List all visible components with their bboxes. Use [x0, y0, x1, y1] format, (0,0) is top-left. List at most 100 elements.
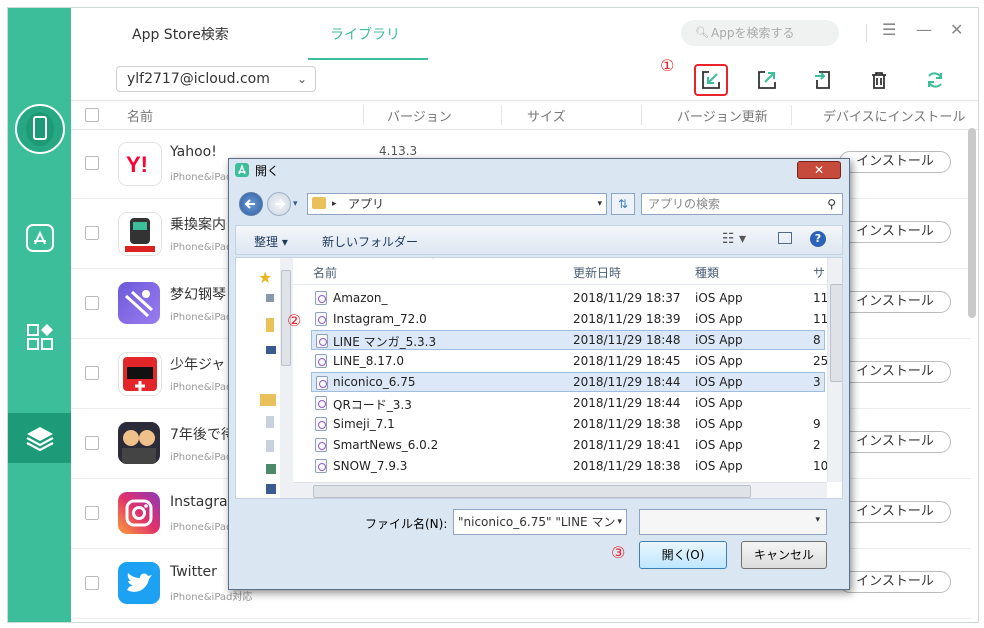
file-row[interactable]: Instagram_72.0 2018/11/29 18:39 iOS App … — [311, 309, 828, 329]
col-type[interactable]: 種類 — [695, 264, 719, 281]
video-icon[interactable] — [266, 484, 276, 494]
col-name[interactable]: 名前 — [313, 264, 337, 281]
refresh-button[interactable] — [918, 64, 952, 96]
svg-text:Y!: Y! — [126, 152, 148, 177]
install-button[interactable]: インストール — [839, 431, 951, 453]
library-folder-icon[interactable] — [260, 394, 276, 406]
close-icon[interactable]: ✕ — [950, 20, 963, 39]
col-size[interactable]: サイズ — [527, 106, 566, 125]
address-bar[interactable]: ▸ アプリ ▾ — [307, 193, 607, 215]
install-button[interactable]: インストール — [839, 291, 951, 313]
account-select[interactable]: ylf2717@icloud.com ⌄ — [116, 66, 316, 92]
file-row[interactable]: QRコード_3.3 2018/11/29 18:44 iOS App — [311, 393, 825, 413]
install-button[interactable]: インストール — [839, 221, 951, 243]
folder-search-input[interactable]: アプリの検索 ⚲ — [641, 193, 843, 215]
history-dropdown-icon[interactable]: ▾ — [293, 199, 298, 209]
main-scrollbar[interactable] — [968, 128, 976, 318]
dialog-close-button[interactable]: ✕ — [797, 161, 841, 179]
col-version-update[interactable]: バージョン更新 — [677, 106, 768, 125]
import-icon — [702, 71, 720, 89]
file-row[interactable]: SmartNews_6.0.2 2018/11/29 18:41 iOS App… — [311, 435, 825, 455]
back-button[interactable] — [239, 192, 263, 216]
step-1-marker: ① — [660, 56, 675, 75]
pictures-icon[interactable] — [266, 464, 276, 474]
forward-button[interactable] — [267, 192, 291, 216]
row-checkbox[interactable] — [85, 576, 99, 590]
app-name: Twitter — [170, 564, 217, 580]
sidebar-item-apps[interactable] — [8, 312, 71, 362]
refresh-icon — [928, 72, 942, 88]
dialog-refresh-button[interactable]: ⇅ — [611, 193, 635, 215]
install-button[interactable]: インストール — [839, 501, 951, 523]
open-button[interactable]: 開く(O) — [639, 541, 727, 569]
chevron-down-icon[interactable]: ▾ — [617, 510, 622, 534]
row-checkbox[interactable] — [85, 366, 99, 380]
minimize-icon[interactable]: — — [916, 20, 932, 39]
export-button[interactable] — [750, 64, 784, 96]
transfer-icon — [815, 71, 830, 89]
sort-caret-icon: ˄ — [431, 257, 435, 265]
document-icon[interactable] — [266, 416, 274, 428]
col-install-to-device[interactable]: デバイスにインストール — [823, 106, 965, 125]
filename-input[interactable]: "niconico_6.75" "LINE マン ▾ — [453, 509, 627, 535]
device-avatar[interactable] — [15, 104, 65, 154]
instagram-icon — [118, 492, 160, 534]
sidebar — [8, 8, 71, 622]
file-list: 名前 ˄ 更新日時 種類 サ Amazon_ 2018/11/29 18:37 … — [293, 257, 843, 499]
sidebar-item-appstore[interactable] — [8, 213, 71, 263]
organize-button[interactable]: 整理 ▾ — [254, 233, 288, 250]
file-list-vscrollbar[interactable] — [827, 258, 842, 482]
delete-button[interactable] — [862, 64, 896, 96]
file-list-header: 名前 ˄ 更新日時 種類 サ — [293, 258, 827, 285]
new-folder-button[interactable]: 新しいフォルダー — [322, 233, 418, 250]
preview-pane-icon[interactable] — [778, 232, 792, 244]
twitter-icon — [118, 562, 160, 604]
menu-icon[interactable]: ☰ — [882, 20, 896, 39]
file-row[interactable]: SNOW_7.9.3 2018/11/29 18:38 iOS App 10 — [311, 456, 828, 476]
jump-icon — [118, 352, 162, 396]
install-button[interactable]: インストール — [839, 361, 951, 383]
row-checkbox[interactable] — [85, 226, 99, 240]
select-all-checkbox[interactable] — [85, 108, 99, 122]
file-row-selected[interactable]: LINE マンガ_5.3.3 2018/11/29 18:48 iOS App … — [311, 330, 825, 350]
tab-app-store-search[interactable]: App Store検索 — [132, 24, 229, 44]
row-checkbox[interactable] — [85, 506, 99, 520]
col-size[interactable]: サ — [813, 264, 825, 281]
download-to-device-button[interactable] — [806, 64, 840, 96]
file-type-select[interactable]: ▾ — [639, 509, 827, 535]
col-name[interactable]: 名前 — [127, 106, 153, 125]
ios-app-file-icon — [315, 417, 327, 431]
breadcrumb[interactable]: アプリ — [348, 194, 384, 214]
sidebar-item-library[interactable] — [8, 413, 71, 463]
col-modified[interactable]: 更新日時 — [573, 264, 621, 281]
document-icon[interactable] — [266, 440, 274, 452]
file-row-selected[interactable]: niconico_6.75 2018/11/29 18:44 iOS App 3 — [311, 372, 825, 392]
view-options-icon[interactable]: ☷ ▾ — [722, 231, 746, 247]
app-search-input[interactable]: 🔍︎ Appを検索する — [681, 20, 839, 46]
folder-icon[interactable] — [266, 318, 274, 332]
cancel-button[interactable]: キャンセル — [741, 541, 827, 569]
file-row[interactable]: LINE_8.17.0 2018/11/29 18:45 iOS App 25 — [311, 351, 828, 371]
desktop-icon[interactable] — [266, 346, 276, 354]
file-row[interactable]: Amazon_ 2018/11/29 18:37 iOS App 11 — [311, 288, 828, 308]
import-button[interactable] — [694, 64, 728, 96]
install-button[interactable]: インストール — [839, 571, 951, 593]
tab-library[interactable]: ライブラリ — [330, 24, 400, 44]
network-icon[interactable] — [266, 294, 274, 302]
file-row[interactable]: Simeji_7.1 2018/11/29 18:38 iOS App 9 — [311, 414, 825, 434]
file-list-hscrollbar[interactable] — [293, 482, 827, 498]
trash-icon — [872, 72, 886, 89]
app-name: Instagra — [170, 494, 228, 510]
step-3-marker: ③ — [611, 543, 626, 562]
help-icon[interactable]: ? — [810, 231, 826, 247]
row-checkbox[interactable] — [85, 296, 99, 310]
row-checkbox[interactable] — [85, 156, 99, 170]
nav-scrollbar[interactable] — [280, 258, 293, 498]
favorites-star-icon[interactable]: ★ — [258, 268, 272, 287]
app-store-icon — [25, 224, 54, 252]
table-header: 名前 バージョン サイズ バージョン更新 デバイスにインストール — [71, 100, 978, 130]
install-button[interactable]: インストール — [839, 151, 951, 173]
row-checkbox[interactable] — [85, 436, 99, 450]
chevron-down-icon[interactable]: ▾ — [597, 194, 602, 214]
col-version[interactable]: バージョン — [387, 106, 452, 125]
